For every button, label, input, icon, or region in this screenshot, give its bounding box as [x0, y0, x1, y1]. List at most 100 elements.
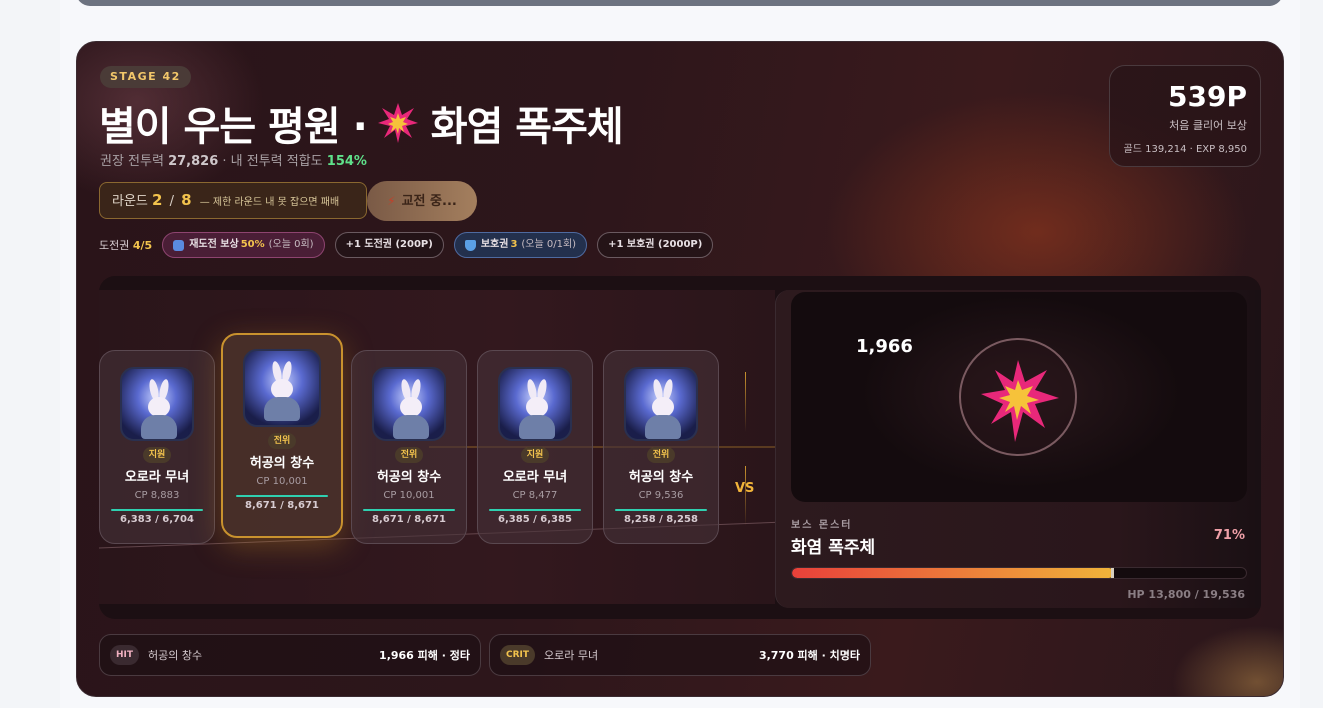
log-tag: HIT	[110, 645, 140, 665]
hero-hp: 6,383 / 6,704	[120, 514, 194, 525]
power-summary: 권장 전투력 27,826 · 내 전투력 적합도 154%	[100, 150, 367, 169]
hero-cp: CP 10,001	[256, 476, 308, 487]
hero-card[interactable]: 지원오로라 무녀 CP 8,883 6,383 / 6,704	[99, 350, 215, 544]
hero-card[interactable]: 전위허공의 창수 CP 10,001 8,671 / 8,671	[351, 350, 467, 544]
retry-reward-chip[interactable]: 재도전 보상 50% (오늘 0회)	[162, 232, 325, 258]
hero-portrait	[120, 367, 194, 441]
hero-hp-bar	[236, 495, 328, 497]
round-label: 라운드	[112, 194, 148, 209]
hero-role-badge: 전위	[267, 433, 297, 449]
log-attacker: 허공의 창수	[148, 649, 203, 662]
retry-reward-note: (오늘 0회)	[268, 239, 314, 250]
hero-cp: CP 10,001	[383, 490, 435, 501]
stage-title-area: 별이 우는 평원 ·	[99, 104, 368, 150]
ticket-row: 도전권 4/5 재도전 보상 50% (오늘 0회) +1 도전권 (200P)…	[99, 232, 723, 258]
hero-card[interactable]: 전위허공의 창수 CP 9,536 8,258 / 8,258	[603, 350, 719, 544]
reward-label: 처음 클리어 보상	[1169, 119, 1247, 132]
hero-hp: 8,671 / 8,671	[372, 514, 446, 525]
shield-count: 3	[510, 239, 518, 250]
stage-title-boss: 화염 폭주체	[430, 104, 624, 150]
damage-popup: 1,966	[856, 336, 913, 357]
retry-reward-label: 재도전 보상	[189, 239, 239, 250]
explosion-icon	[377, 102, 419, 144]
stage-badge: STAGE 42	[100, 66, 191, 88]
portrait-armor	[264, 397, 300, 421]
hero-name: 허공의 창수	[376, 470, 442, 485]
battle-status-button[interactable]: ⚡ 교전 중...	[367, 181, 477, 221]
log-damage: 3,770 피해 · 치명타	[758, 649, 860, 662]
hero-hp-bar	[615, 509, 707, 511]
reward-points: 539P	[1168, 80, 1247, 113]
round-separator: /	[169, 194, 174, 209]
log-damage: 1,966 피해 · 정타	[379, 649, 470, 662]
fit-label: · 내 전투력 적합도	[222, 154, 323, 169]
recommended-power-label: 권장 전투력	[100, 154, 164, 169]
hero-portrait	[498, 367, 572, 441]
hero-portrait	[243, 349, 321, 427]
shield-note: (오늘 0/1회)	[521, 239, 577, 250]
portrait-face	[148, 397, 170, 417]
hero-cp: CP 8,477	[512, 490, 558, 501]
bolt-icon: ⚡	[387, 194, 396, 208]
log-tag: CRIT	[500, 645, 536, 665]
boss-panel: 1,966 보스 몬스터 화염 폭주체 71% HP 13,800 / 19,5…	[775, 290, 1261, 608]
buy-shield-button[interactable]: +1 보호권 (2000P)	[597, 232, 714, 258]
hero-card[interactable]: 지원오로라 무녀 CP 8,477 6,385 / 6,385	[477, 350, 593, 544]
boss-stage[interactable]: 1,966	[791, 292, 1247, 502]
hero-name: 오로라 무녀	[502, 470, 568, 485]
hero-hp-bar	[111, 509, 203, 511]
hero-name: 허공의 창수	[628, 470, 694, 485]
reward-detail: 골드 139,214 · EXP 8,950	[1123, 144, 1247, 155]
hero-hp: 8,671 / 8,671	[245, 500, 319, 511]
hero-portrait	[624, 367, 698, 441]
boss-hp-fill	[792, 568, 1115, 578]
stage-card: STAGE 42 별이 우는 평원 · 화염 폭주체 권장 전투력 27,826…	[76, 41, 1284, 697]
portrait-face	[400, 397, 422, 417]
hero-hp-bar	[363, 509, 455, 511]
hero-role-badge: 지원	[142, 447, 172, 463]
first-clear-reward: 539P 처음 클리어 보상 골드 139,214 · EXP 8,950	[1109, 65, 1261, 167]
combat-log-item: HIT 허공의 창수 1,966 피해 · 정타	[99, 634, 481, 676]
explosion-icon	[981, 360, 1059, 442]
hero-card[interactable]: 전위허공의 창수 CP 10,001 8,671 / 8,671	[221, 333, 343, 538]
round-current: 2	[152, 191, 163, 209]
combat-log-item: CRIT 오로라 무녀 3,770 피해 · 치명타	[489, 634, 871, 676]
shield-icon	[464, 239, 476, 251]
ticket-label: 도전권	[99, 239, 130, 252]
hero-hp-bar	[489, 509, 581, 511]
log-attacker: 오로라 무녀	[544, 649, 599, 662]
ticket-value: 4/5	[132, 239, 153, 252]
hero-role-badge: 전위	[646, 447, 676, 463]
ticket-count: 도전권 4/5	[99, 237, 152, 253]
hero-name: 허공의 창수	[249, 456, 315, 471]
boss-hp-percent: 71%	[1213, 528, 1245, 543]
buy-ticket-button[interactable]: +1 도전권 (200P)	[334, 232, 444, 258]
portrait-face	[526, 397, 548, 417]
boss-hp-bar	[791, 567, 1247, 579]
portrait-armor	[141, 415, 177, 439]
previous-card-edge	[76, 0, 1283, 6]
battle-arena: 지원오로라 무녀 CP 8,883 6,383 / 6,704 전위허공의 창수 CP …	[99, 276, 1261, 619]
hero-hp: 8,258 / 8,258	[624, 514, 698, 525]
portrait-armor	[519, 415, 555, 439]
recommended-power-value: 27,826	[168, 154, 219, 169]
hero-cp: CP 8,883	[134, 490, 180, 501]
hero-role-badge: 지원	[520, 447, 550, 463]
portrait-armor	[393, 415, 429, 439]
shield-label: 보호권	[480, 239, 509, 250]
hero-cp: CP 9,536	[638, 490, 684, 501]
hero-role-badge: 전위	[394, 447, 424, 463]
retry-reward-pct: 50%	[240, 239, 265, 250]
boss-portrait[interactable]	[959, 338, 1077, 456]
battle-status-label: 교전 중...	[401, 194, 457, 209]
hero-name: 오로라 무녀	[124, 470, 190, 485]
hero-hp: 6,385 / 6,385	[498, 514, 572, 525]
retry-icon	[173, 239, 185, 251]
fit-value: 154%	[326, 154, 367, 169]
round-total: 8	[181, 191, 192, 209]
round-indicator: 라운드 2 / 8 — 제한 라운드 내 못 잡으면 패배	[99, 182, 367, 219]
round-warning: — 제한 라운드 내 못 잡으면 패배	[199, 197, 340, 208]
boss-name: 화염 폭주체	[791, 538, 876, 558]
portrait-face	[652, 397, 674, 417]
shield-chip[interactable]: 보호권 3 (오늘 0/1회)	[453, 232, 588, 258]
